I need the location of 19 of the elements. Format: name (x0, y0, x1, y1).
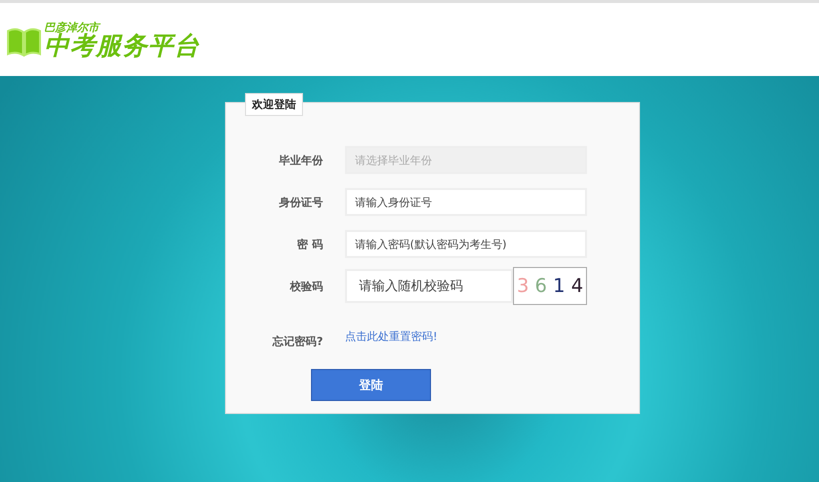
site-title: 中考服务平台 (44, 32, 200, 58)
captcha-image[interactable]: 3 6 1 4 (513, 267, 587, 305)
captcha-digit: 6 (534, 275, 547, 297)
book-icon (6, 26, 42, 56)
forgot-label: 忘记密码? (271, 334, 323, 348)
login-tab[interactable]: 欢迎登陆 (245, 93, 303, 116)
captcha-digit: 3 (516, 275, 529, 297)
field-label: 毕业年份 (278, 152, 323, 168)
input-field[interactable]: 请输入密码(默认密码为考生号) (345, 230, 587, 258)
login-button[interactable]: 登陆 (311, 369, 431, 401)
captcha-field[interactable]: 请输入随机校验码 (345, 269, 513, 303)
captcha-digit: 1 (553, 275, 566, 297)
reset-password-link[interactable]: 点击此处重置密码! (345, 328, 438, 344)
input-field[interactable]: 请输入身份证号 (345, 188, 587, 216)
field-label: 校验码 (288, 278, 323, 294)
field-label: 密 码 (296, 236, 323, 252)
captcha-digit: 4 (571, 275, 584, 297)
city-name: 巴彦淖尔市 (44, 22, 102, 32)
field-label: 身份证号 (278, 194, 323, 210)
